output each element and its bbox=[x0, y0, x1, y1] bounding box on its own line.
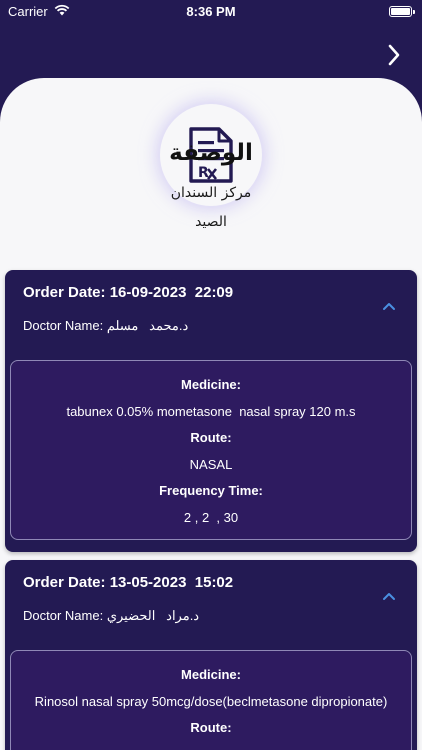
chevron-right-icon bbox=[388, 44, 400, 66]
medicine-value: tabunex 0.05% mometasone nasal spray 120… bbox=[66, 404, 356, 419]
route-label: Route: bbox=[190, 430, 232, 445]
medicine-value: Rinosol nasal spray 50mcg/dose(beclmetas… bbox=[34, 694, 388, 709]
prescription-card[interactable]: Order Date: 16-09-2023 22:09 Doctor Name… bbox=[5, 270, 417, 552]
chevron-up-icon[interactable] bbox=[381, 590, 397, 602]
chevron-up-icon[interactable] bbox=[381, 300, 397, 312]
center-name: مركز السندان bbox=[170, 185, 252, 201]
status-time: 8:36 PM bbox=[186, 4, 236, 19]
status-bar: Carrier 8:36 PM bbox=[0, 0, 422, 22]
medicine-label: Medicine: bbox=[181, 377, 241, 392]
medicine-label: Medicine: bbox=[181, 667, 241, 682]
doctor-name: Doctor Name: د.مراد الحضيري bbox=[23, 608, 200, 623]
medicine-details: Medicine: Rinosol nasal spray 50mcg/dose… bbox=[10, 650, 412, 750]
pharmacy-name: الصيد bbox=[195, 214, 227, 230]
medicine-details: Medicine: tabunex 0.05% mometasone nasal… bbox=[10, 360, 412, 540]
frequency-value: 2 , 2 , 30 bbox=[183, 510, 239, 525]
prescription-card[interactable]: Order Date: 13-05-2023 15:02 Doctor Name… bbox=[5, 560, 417, 750]
frequency-label: Frequency Time: bbox=[159, 483, 263, 498]
prescription-screen: Carrier 8:36 PM R الوصفة مركز السندان ال… bbox=[0, 0, 422, 750]
battery-icon bbox=[389, 6, 415, 17]
route-label: Route: bbox=[190, 720, 232, 735]
order-date: Order Date: 13-05-2023 15:02 bbox=[23, 574, 234, 591]
route-value: NASAL bbox=[189, 457, 233, 472]
doctor-name: Doctor Name: د.محمد مسلم bbox=[23, 318, 189, 333]
order-date: Order Date: 16-09-2023 22:09 bbox=[23, 284, 234, 301]
forward-button[interactable] bbox=[382, 42, 406, 68]
page-title: الوصفة bbox=[169, 140, 253, 166]
svg-text:R: R bbox=[198, 165, 209, 181]
